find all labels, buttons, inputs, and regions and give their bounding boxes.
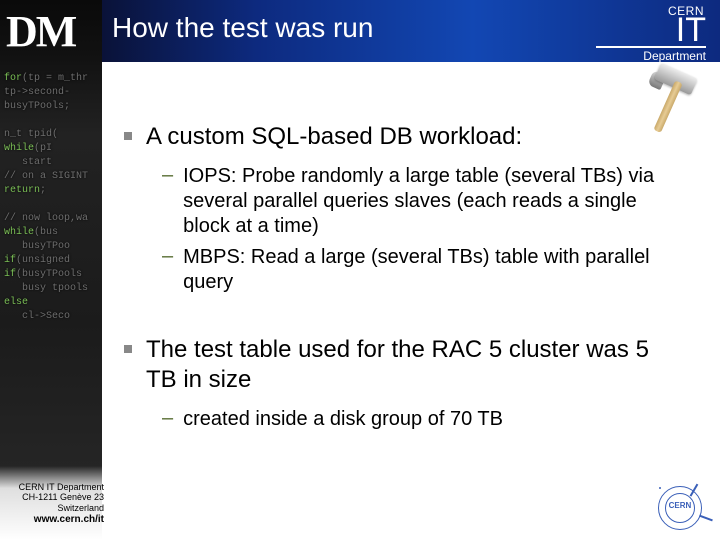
bullet-level-2: – IOPS: Probe randomly a large table (se… bbox=[162, 164, 676, 239]
cern-it-logo: CERN IT Department bbox=[596, 4, 706, 63]
bullet-dot-icon bbox=[124, 345, 132, 353]
slide-title: How the test was run bbox=[112, 12, 373, 44]
sidebar-decoration: for(tp = m_thr tp->second- busyTPools; n… bbox=[0, 0, 102, 540]
bullet-text: created inside a disk group of 70 TB bbox=[183, 407, 503, 432]
address-line: Switzerland bbox=[4, 503, 104, 514]
bullet-level-1: The test table used for the RAC 5 cluste… bbox=[116, 335, 676, 395]
bullet-level-1: A custom SQL-based DB workload: bbox=[116, 122, 676, 152]
bullet-level-2: – MBPS: Read a large (several TBs) table… bbox=[162, 245, 676, 295]
org-main: IT bbox=[596, 18, 706, 44]
slide-content: A custom SQL-based DB workload: – IOPS: … bbox=[116, 90, 676, 438]
bullet-dash-icon: – bbox=[162, 245, 173, 295]
address-line: CERN IT Department bbox=[4, 482, 104, 493]
dm-logo: DM bbox=[6, 6, 75, 57]
address-line: CH-1211 Genève 23 bbox=[4, 492, 104, 503]
bullet-text: IOPS: Probe randomly a large table (seve… bbox=[183, 164, 676, 239]
bullet-dot-icon bbox=[124, 132, 132, 140]
footer-address: CERN IT Department CH-1211 Genève 23 Swi… bbox=[4, 482, 104, 526]
footer-url: www.cern.ch/it bbox=[4, 514, 104, 526]
seal-label: CERN bbox=[659, 501, 701, 510]
bullet-text: MBPS: Read a large (several TBs) table w… bbox=[183, 245, 676, 295]
bullet-text: A custom SQL-based DB workload: bbox=[146, 122, 522, 152]
bullet-dash-icon: – bbox=[162, 407, 173, 432]
background-code-art: for(tp = m_thr tp->second- busyTPools; n… bbox=[4, 72, 88, 324]
bullet-level-2: – created inside a disk group of 70 TB bbox=[162, 407, 676, 432]
dm-logo-text: DM bbox=[6, 7, 75, 56]
bullet-text: The test table used for the RAC 5 cluste… bbox=[146, 335, 676, 395]
bullet-dash-icon: – bbox=[162, 164, 173, 239]
cern-seal-icon: CERN bbox=[658, 486, 702, 530]
